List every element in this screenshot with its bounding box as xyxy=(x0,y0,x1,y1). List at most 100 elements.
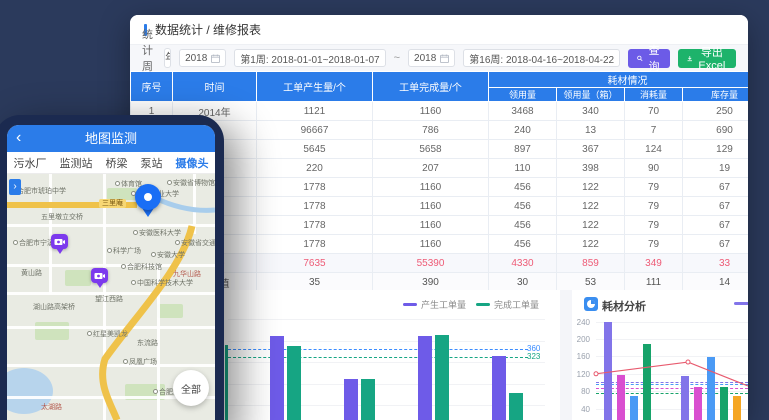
average-cell: 53 xyxy=(557,273,625,291)
average-cell: 14 xyxy=(683,273,749,291)
query-button[interactable]: 查询 xyxy=(628,49,670,68)
y-axis-tick: 120 xyxy=(572,370,590,379)
bar-completed xyxy=(435,335,449,420)
average-line-label: 323 xyxy=(527,352,540,361)
table-cell: 456 xyxy=(489,216,557,235)
table-cell: 1778 xyxy=(257,197,373,216)
map-poi-label: 合肥科技馆 xyxy=(121,262,162,272)
table-cell: 1160 xyxy=(373,197,489,216)
table-cell: 79 xyxy=(625,235,683,254)
start-year-select[interactable]: 2018 xyxy=(179,49,226,67)
phone-page-title: 地图监测 xyxy=(85,131,137,146)
consumable-bar xyxy=(720,387,728,420)
col-header: 时间 xyxy=(173,72,257,102)
charts-divider xyxy=(560,290,572,420)
table-cell: 456 xyxy=(489,178,557,197)
table-cell: 19 xyxy=(683,159,749,178)
map-poi-label: 望江西路 xyxy=(95,294,123,304)
map-road-label: 三里庵 xyxy=(99,199,126,208)
map-poi-label: 科学广场 xyxy=(107,246,141,256)
table-cell: 207 xyxy=(373,159,489,178)
table-cell: 122 xyxy=(557,235,625,254)
map-expand-button[interactable]: › xyxy=(9,179,21,195)
sub-col-header: 库存量 xyxy=(683,88,749,102)
end-year-select[interactable]: 2018 xyxy=(408,49,455,67)
export-excel-button[interactable]: 导出Excel xyxy=(678,49,736,68)
bar-completed xyxy=(509,393,523,420)
selected-camera-pin[interactable] xyxy=(135,184,161,217)
map-poi-label: 中国科学技术大学 xyxy=(131,278,193,288)
phone-tab-监测站[interactable]: 监测站 xyxy=(60,155,93,171)
table-cell: 456 xyxy=(489,235,557,254)
table-cell: 96667 xyxy=(257,121,373,140)
bar-produced xyxy=(492,356,506,420)
period-segmented-control: 年季月周日 xyxy=(164,48,171,68)
average-cell: 111 xyxy=(625,273,683,291)
gridline xyxy=(596,322,748,323)
table-cell: 5658 xyxy=(373,140,489,159)
poi-dot-icon xyxy=(87,331,92,336)
average-cell: 390 xyxy=(373,273,489,291)
camera-marker[interactable] xyxy=(51,234,68,254)
breadcrumb: 数据统计 / 维修报表 xyxy=(130,15,748,45)
y-axis-tick: 80 xyxy=(572,387,590,396)
poi-dot-icon xyxy=(13,240,18,245)
table-cell: 13 xyxy=(557,121,625,140)
bar-produced xyxy=(270,336,284,420)
table-cell: 67 xyxy=(683,178,749,197)
legend-item: 完成工单量 xyxy=(476,298,539,311)
camera-marker[interactable] xyxy=(91,268,108,288)
gridline xyxy=(596,356,748,357)
table-cell: 122 xyxy=(557,216,625,235)
table-cell: 1778 xyxy=(257,178,373,197)
poi-dot-icon xyxy=(121,264,126,269)
phone-tab-污水厂[interactable]: 污水厂 xyxy=(14,155,47,171)
map-poi-label: 五里墩立交桥 xyxy=(41,212,83,222)
map-view[interactable]: 三里庵合肥市琥珀中学体育馆安徽农业大学安徽省博物馆五里墩立交桥安徽医科大学安徽省… xyxy=(7,174,215,420)
download-icon xyxy=(687,54,693,63)
table-cell: 129 xyxy=(683,140,749,159)
table-cell: 67 xyxy=(683,216,749,235)
table-cell: 690 xyxy=(683,121,749,140)
map-all-button[interactable]: 全部 xyxy=(173,370,209,406)
map-poi-label: 凤凰广场 xyxy=(123,357,157,367)
poi-dot-icon xyxy=(115,181,120,186)
period-option-年[interactable]: 年 xyxy=(165,49,171,67)
chart-title: 耗材分析 xyxy=(602,298,646,314)
bar-completed xyxy=(287,346,301,420)
end-week-input[interactable]: 第16周: 2018-04-16~2018-04-22 xyxy=(463,49,620,67)
table-cell: 79 xyxy=(625,197,683,216)
poi-dot-icon xyxy=(167,180,172,185)
gridline xyxy=(596,339,748,340)
y-axis-tick: 240 xyxy=(572,318,590,327)
consumable-bar xyxy=(694,387,702,420)
consumable-bar xyxy=(630,396,638,420)
camera-marker-tail xyxy=(96,282,104,288)
average-cell: 30 xyxy=(489,273,557,291)
table-cell: 340 xyxy=(557,102,625,121)
phone-screen: ‹ 地图监测 污水厂监测站桥梁泵站摄像头 三里庵合肥市琥珀中学体育馆安徽农业大学… xyxy=(7,125,215,420)
table-cell: 220 xyxy=(257,159,373,178)
start-week-input[interactable]: 第1周: 2018-01-01~2018-01-07 xyxy=(234,49,385,67)
table-cell: 1160 xyxy=(373,216,489,235)
map-poi-label: 东流路 xyxy=(137,338,158,348)
bar-completed xyxy=(361,379,375,420)
total-cell: 4330 xyxy=(489,254,557,273)
sub-col-header: 消耗量 xyxy=(625,88,683,102)
table-cell: 90 xyxy=(625,159,683,178)
back-arrow-icon[interactable]: ‹ xyxy=(16,125,21,150)
legend-item-clipped xyxy=(734,302,748,305)
legend-color-dash xyxy=(403,303,417,306)
consumables-chart: 耗材分析 2402001601208040 xyxy=(572,290,748,420)
phone-tab-摄像头[interactable]: 摄像头 xyxy=(176,155,209,171)
table-cell: 124 xyxy=(625,140,683,159)
phone-tab-泵站[interactable]: 泵站 xyxy=(141,155,163,171)
consumable-bar xyxy=(733,396,741,420)
query-button-label: 查询 xyxy=(647,42,661,74)
gridline xyxy=(228,319,545,320)
col-header: 工单产生量/个 xyxy=(257,72,373,102)
phone-tab-桥梁[interactable]: 桥梁 xyxy=(106,155,128,171)
phone-header: ‹ 地图监测 xyxy=(7,125,215,152)
table-cell: 67 xyxy=(683,235,749,254)
total-cell: 349 xyxy=(625,254,683,273)
